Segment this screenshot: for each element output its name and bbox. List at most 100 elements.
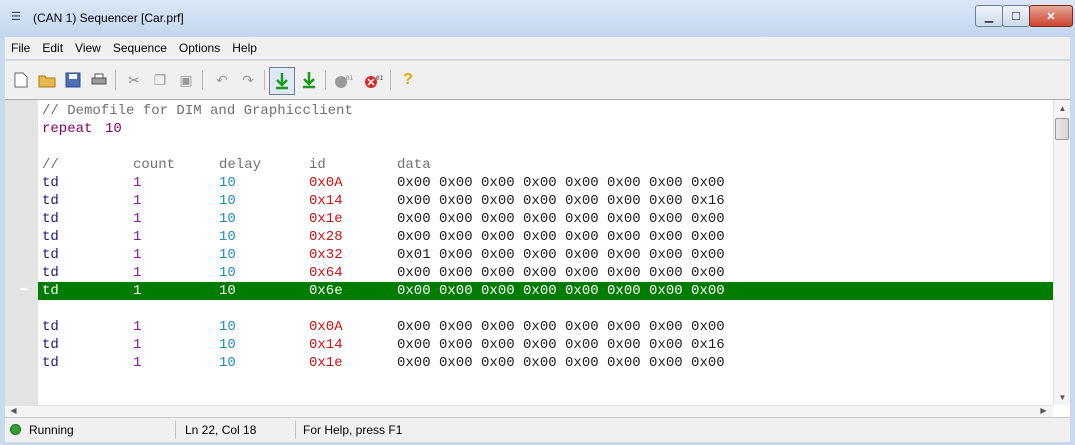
code-line[interactable]: [38, 138, 1053, 156]
code-line[interactable]: td 1 10 0x64 0x00 0x00 0x00 0x00 0x00 0x00 0…: [38, 264, 1053, 282]
toolbar-separator: [202, 70, 203, 90]
code-delay: 10: [219, 283, 236, 299]
editor-gutter: [5, 100, 38, 405]
print-button[interactable]: [88, 69, 110, 91]
scroll-right-icon[interactable]: ▶: [1035, 404, 1052, 416]
status-separator: [175, 421, 176, 439]
title-bar[interactable]: ☰ (CAN 1) Sequencer [Car.prf] ▁ ☐ ✕: [0, 0, 1075, 37]
code-cmd: td: [42, 283, 59, 299]
stop-data-icon: 01: [365, 75, 384, 88]
code-cmd: td: [42, 211, 59, 227]
menu-bar: File Edit View Sequence Options Help: [5, 37, 1070, 59]
toolbar-separator: [264, 70, 265, 90]
redo-button[interactable]: ↷: [237, 69, 259, 91]
running-status-icon: [10, 424, 21, 435]
code-delay: 10: [219, 355, 236, 371]
code-line[interactable]: td 1 10 0x14 0x00 0x00 0x00 0x00 0x00 0x00 0…: [38, 192, 1053, 210]
code-delay: 10: [219, 319, 236, 335]
send-data-button[interactable]: 01: [333, 69, 355, 91]
code-line[interactable]: // Demofile for DIM and Graphicclient: [38, 102, 1053, 120]
cut-button[interactable]: ✂: [123, 69, 145, 91]
menu-options[interactable]: Options: [173, 37, 226, 59]
undo-icon: ↶: [216, 71, 228, 88]
script-editor[interactable]: // Demofile for DIM and Graphicclient rep…: [5, 99, 1070, 417]
code-cmd: td: [42, 247, 59, 263]
new-file-button[interactable]: [10, 69, 32, 91]
undo-button[interactable]: ↶: [211, 69, 233, 91]
menu-view[interactable]: View: [69, 37, 107, 59]
menu-edit[interactable]: Edit: [36, 37, 69, 59]
code-line[interactable]: td 1 10 0x14 0x00 0x00 0x00 0x00 0x00 0x00 0…: [38, 336, 1053, 354]
code-cmd: td: [42, 337, 59, 353]
code-delay: 10: [219, 337, 236, 353]
open-file-icon: [38, 75, 56, 88]
code-data: 0x00 0x00 0x00 0x00 0x00 0x00 0x00 0x00: [397, 319, 725, 335]
toolbar-separator: [115, 70, 116, 90]
code-text: // Demofile for DIM and Graphicclient: [42, 103, 353, 119]
code-line[interactable]: td 1 10 0x0A 0x00 0x00 0x00 0x00 0x00 0x00 0…: [38, 174, 1053, 192]
code-id: id: [309, 157, 326, 173]
code-value: 10: [105, 121, 122, 137]
code-cmd: td: [42, 229, 59, 245]
horizontal-scrollbar[interactable]: ◀ ▶: [5, 405, 1053, 417]
download-active-button[interactable]: [269, 67, 295, 95]
code-delay: delay: [219, 157, 262, 173]
code-line[interactable]: td 1 10 0x32 0x01 0x00 0x00 0x00 0x00 0x00 0…: [38, 246, 1053, 264]
code-data: 0x00 0x00 0x00 0x00 0x00 0x00 0x00 0x00: [397, 283, 725, 299]
cut-icon: ✂: [128, 71, 140, 88]
code-delay: 10: [219, 229, 236, 245]
code-data: 0x00 0x00 0x00 0x00 0x00 0x00 0x00 0x16: [397, 337, 725, 353]
code-data: 0x00 0x00 0x00 0x00 0x00 0x00 0x00 0x00: [397, 355, 725, 371]
help-button[interactable]: ?: [397, 69, 419, 91]
code-data: 0x00 0x00 0x00 0x00 0x00 0x00 0x00 0x00: [397, 175, 725, 191]
status-separator: [295, 421, 296, 439]
code-data: 0x00 0x00 0x00 0x00 0x00 0x00 0x00 0x00: [397, 229, 725, 245]
scroll-left-icon[interactable]: ◀: [5, 404, 22, 416]
code-count: 1: [133, 337, 142, 353]
toolbar-separator: [390, 70, 391, 90]
paste-icon: ▣: [179, 71, 193, 88]
code-data: 0x00 0x00 0x00 0x00 0x00 0x00 0x00 0x00: [397, 265, 725, 281]
send-data-icon: 01: [335, 75, 354, 88]
window-title: (CAN 1) Sequencer [Car.prf]: [33, 11, 184, 25]
scroll-thumb[interactable]: [1055, 118, 1069, 140]
code-line[interactable]: // count delay id data: [38, 156, 1053, 174]
code-line[interactable]: td 1 10 0x0A 0x00 0x00 0x00 0x00 0x00 0x00 0…: [38, 318, 1053, 336]
sequencer-window: ☰ (CAN 1) Sequencer [Car.prf] ▁ ☐ ✕ File…: [0, 0, 1075, 445]
code-line[interactable]: td 1 10 0x1e 0x00 0x00 0x00 0x00 0x00 0x00 0…: [38, 354, 1053, 372]
code-cmd: td: [42, 355, 59, 371]
menu-file[interactable]: File: [5, 37, 36, 59]
download-icon: [303, 72, 315, 89]
help-icon: ?: [403, 71, 413, 88]
code-line[interactable]: td 1 10 0x6e 0x00 0x00 0x00 0x00 0x00 0x00 0…: [20, 282, 1053, 300]
code-line[interactable]: [38, 300, 1053, 318]
copy-button[interactable]: ❐: [149, 69, 171, 91]
menu-help[interactable]: Help: [226, 37, 263, 59]
download-button[interactable]: [298, 69, 320, 91]
code-line[interactable]: td 1 10 0x1e 0x00 0x00 0x00 0x00 0x00 0x00 0…: [38, 210, 1053, 228]
menu-sequence[interactable]: Sequence: [107, 37, 173, 59]
scroll-down-icon[interactable]: ▼: [1054, 389, 1070, 405]
maximize-button[interactable]: ☐: [1002, 5, 1030, 27]
close-button[interactable]: ✕: [1029, 5, 1073, 27]
paste-button[interactable]: ▣: [175, 69, 197, 91]
help-hint: For Help, press F1: [303, 423, 403, 437]
maximize-icon: ☐: [1011, 10, 1021, 23]
code-count: 1: [133, 265, 142, 281]
vertical-scrollbar[interactable]: ▲ ▼: [1053, 100, 1070, 405]
minimize-icon: ▁: [984, 10, 994, 23]
code-count: count: [133, 157, 176, 173]
open-file-button[interactable]: [36, 69, 58, 91]
print-icon: [91, 73, 107, 85]
minimize-button[interactable]: ▁: [975, 5, 1003, 27]
code-line[interactable]: td 1 10 0x28 0x00 0x00 0x00 0x00 0x00 0x00 0…: [38, 228, 1053, 246]
list-icon: ☰: [11, 11, 21, 23]
code-line[interactable]: repeat 10: [38, 120, 1053, 138]
save-button[interactable]: [62, 69, 84, 91]
code-id: 0x14: [309, 193, 343, 209]
download-active-icon: [276, 73, 288, 90]
code-count: 1: [133, 193, 142, 209]
code-id: 0x14: [309, 337, 343, 353]
scroll-up-icon[interactable]: ▲: [1054, 100, 1070, 116]
stop-data-button[interactable]: 01: [363, 69, 385, 91]
